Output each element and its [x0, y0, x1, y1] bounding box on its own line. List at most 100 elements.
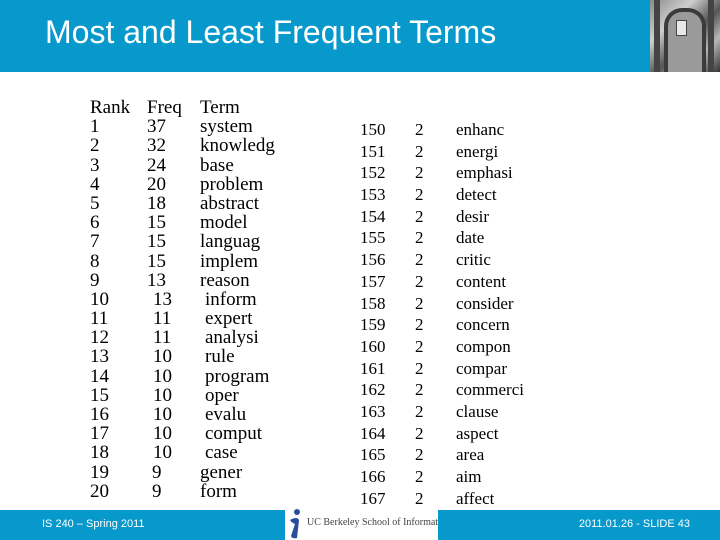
- rank-cell: 154: [360, 206, 386, 226]
- slide-header: Most and Least Frequent Terms: [0, 0, 672, 72]
- freq-header: Freq: [147, 97, 182, 118]
- rank-cell: 13: [90, 346, 109, 368]
- rank-cell: 15: [90, 384, 109, 406]
- rank-cell: 2: [90, 135, 100, 157]
- rank-cell: 9: [90, 269, 100, 291]
- rank-cell: 166: [360, 467, 386, 486]
- rank-cell: 164: [360, 423, 386, 443]
- freq-cell: 9: [152, 480, 162, 502]
- term-cell: evalu: [205, 404, 247, 425]
- photo-column-right: [708, 0, 714, 72]
- freq-cell: 10: [153, 442, 172, 464]
- rank-header: Rank: [90, 97, 131, 118]
- rank-cell: 162: [360, 380, 386, 400]
- term-cell: consider: [456, 293, 514, 313]
- rank-cell: 151: [360, 141, 386, 161]
- freq-cell: 15: [147, 250, 166, 272]
- term-cell: concern: [456, 315, 510, 335]
- term-cell: gener: [200, 461, 243, 483]
- freq-cell: 2: [415, 488, 424, 508]
- freq-cell: 18: [147, 192, 166, 214]
- term-cell: compon: [456, 336, 511, 356]
- freq-cell: 10: [153, 384, 172, 406]
- freq-cell: 2: [415, 185, 424, 205]
- rank-cell: 12: [90, 327, 109, 349]
- freq-cell: 13: [153, 288, 172, 310]
- rank-cell: 150: [360, 120, 386, 139]
- term-cell: comput: [205, 423, 262, 445]
- rank-cell: 7: [90, 231, 100, 253]
- rank-cell: 158: [360, 293, 386, 313]
- rank-cell: 161: [360, 358, 386, 378]
- freq-cell: 32: [147, 135, 166, 157]
- freq-cell: 15: [147, 212, 166, 234]
- term-cell: languag: [200, 231, 261, 253]
- term-cell: rule: [205, 346, 235, 368]
- term-cell: case: [205, 442, 238, 464]
- freq-cell: 10: [153, 423, 172, 445]
- term-cell: area: [456, 445, 485, 465]
- term-cell: oper: [205, 384, 239, 406]
- term-cell: implem: [200, 250, 259, 272]
- term-cell: aim: [456, 467, 482, 486]
- rank-cell: 153: [360, 185, 386, 205]
- rank-cell: 8: [90, 250, 100, 272]
- term-cell: expert: [205, 308, 253, 330]
- freq-cell: 2: [415, 315, 424, 335]
- rank-cell: 16: [90, 404, 109, 425]
- term-cell: base: [200, 154, 234, 176]
- term-cell: analysi: [205, 327, 259, 349]
- term-cell: knowledg: [200, 135, 275, 157]
- freq-cell: 2: [415, 336, 424, 356]
- term-cell: energi: [456, 141, 499, 161]
- footer-right-bar: 2011.01.26 - SLIDE 43: [438, 510, 720, 540]
- rank-cell: 155: [360, 228, 386, 248]
- rank-cell: 163: [360, 401, 386, 421]
- term-cell: clause: [456, 401, 499, 421]
- term-cell: enhanc: [456, 120, 505, 139]
- freq-cell: 10: [153, 365, 172, 387]
- term-cell: content: [456, 271, 507, 291]
- freq-cell: 10: [153, 346, 172, 368]
- term-cell: commerci: [456, 380, 524, 400]
- rank-cell: 19: [90, 461, 109, 483]
- term-cell: form: [200, 480, 237, 502]
- freq-cell: 2: [415, 445, 424, 465]
- term-cell: affect: [456, 488, 495, 508]
- rank-cell: 5: [90, 192, 100, 214]
- freq-cell: 2: [415, 271, 424, 291]
- rank-cell: 14: [90, 365, 109, 387]
- course-label: IS 240 – Spring 2011: [42, 518, 145, 530]
- building-photo-icon: [650, 0, 720, 72]
- freq-cell: 2: [415, 293, 424, 313]
- freq-cell: 2: [415, 401, 424, 421]
- photo-arch: [664, 8, 706, 72]
- freq-cell: 2: [415, 141, 424, 161]
- term-cell: abstract: [200, 192, 260, 214]
- freq-cell: 9: [152, 461, 162, 483]
- term-cell: date: [456, 228, 485, 248]
- freq-cell: 15: [147, 231, 166, 253]
- school-name: UC Berkeley School of Information: [307, 517, 451, 528]
- rank-cell: 152: [360, 163, 386, 183]
- rank-cell: 159: [360, 315, 386, 335]
- term-cell: detect: [456, 185, 497, 205]
- slide-number-label: 2011.01.26 - SLIDE 43: [578, 518, 690, 530]
- freq-cell: 2: [415, 423, 424, 443]
- rank-cell: 11: [90, 308, 109, 330]
- rank-cell: 20: [90, 480, 109, 502]
- rank-cell: 167: [360, 488, 386, 508]
- term-cell: emphasi: [456, 163, 513, 183]
- photo-window: [676, 20, 687, 36]
- term-cell: aspect: [456, 423, 499, 443]
- term-header: Term: [200, 97, 240, 118]
- term-cell: inform: [205, 288, 257, 310]
- term-cell: reason: [200, 269, 250, 291]
- freq-cell: 37: [147, 116, 166, 138]
- freq-cell: 2: [415, 120, 424, 139]
- rank-cell: 6: [90, 212, 100, 234]
- term-cell: program: [205, 365, 270, 387]
- freq-cell: 2: [415, 228, 424, 248]
- term-cell: model: [200, 212, 248, 234]
- freq-cell: 11: [153, 327, 172, 349]
